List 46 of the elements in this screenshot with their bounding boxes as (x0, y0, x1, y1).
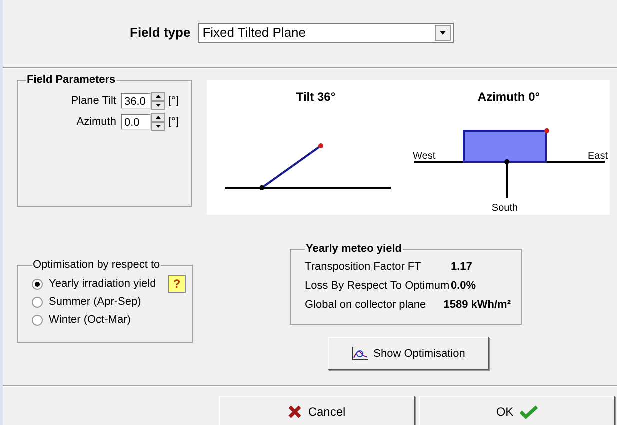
spin-up-button[interactable] (151, 113, 166, 122)
radio-option[interactable]: Yearly irradiation yield (32, 275, 156, 293)
parameter-label: Azimuth (76, 116, 116, 128)
result-value: 1589 kWh/m² (444, 298, 511, 310)
field-type-dropdown[interactable]: Fixed Tilted Plane (198, 22, 454, 42)
radio-button[interactable] (32, 314, 43, 326)
option-label: Yearly irradiation yield (49, 278, 156, 290)
diagram-title: Tilt 36° (296, 90, 336, 104)
ok-button[interactable]: OK (419, 396, 615, 425)
unit-label: [°] (168, 116, 179, 128)
group-title: Optimisation by respect to (32, 259, 162, 271)
result-label: Transposition Factor FT (305, 260, 422, 272)
up-arrow-icon (156, 95, 161, 98)
number-field[interactable]: 36.0 (121, 93, 152, 109)
radio-button[interactable] (32, 296, 43, 308)
result-value: 0.0% (451, 280, 478, 292)
down-arrow-icon (156, 125, 161, 128)
radio-option[interactable]: Summer (Apr-Sep) (32, 293, 142, 311)
direction-label: South (492, 203, 518, 214)
cancel-button[interactable]: Cancel (219, 396, 415, 425)
checkmark-icon (520, 405, 538, 419)
direction-label: East (588, 151, 608, 162)
result-value: 1.17 (451, 260, 474, 272)
field-type-label: Field type (130, 25, 191, 40)
option-label: Winter (Oct-Mar) (49, 314, 131, 326)
unit-label: [°] (168, 95, 179, 107)
number-field[interactable]: 0.0 (121, 114, 152, 130)
graph-icon (352, 346, 368, 360)
group-title: Field Parameters (26, 74, 117, 86)
close-icon (288, 405, 302, 419)
result-label: Global on collector plane (305, 298, 426, 310)
up-arrow-icon (156, 116, 161, 119)
result-label: Loss By Respect To Optimum (305, 280, 450, 292)
down-arrow-icon (156, 104, 161, 107)
spin-down-button[interactable] (151, 122, 166, 131)
option-label: Summer (Apr-Sep) (49, 296, 142, 308)
show-optimisation-button[interactable]: Show Optimisation (328, 337, 489, 370)
spin-down-button[interactable] (151, 101, 166, 110)
spin-up-button[interactable] (151, 92, 166, 101)
parameter-label: Plane Tilt (71, 95, 116, 107)
help-button[interactable]: ? (168, 275, 186, 293)
diagram-title: Azimuth 0° (478, 90, 540, 104)
radio-option[interactable]: Winter (Oct-Mar) (32, 311, 131, 329)
group-title: Yearly meteo yield (305, 243, 403, 255)
direction-label: West (413, 151, 436, 162)
radio-button[interactable] (32, 278, 43, 290)
